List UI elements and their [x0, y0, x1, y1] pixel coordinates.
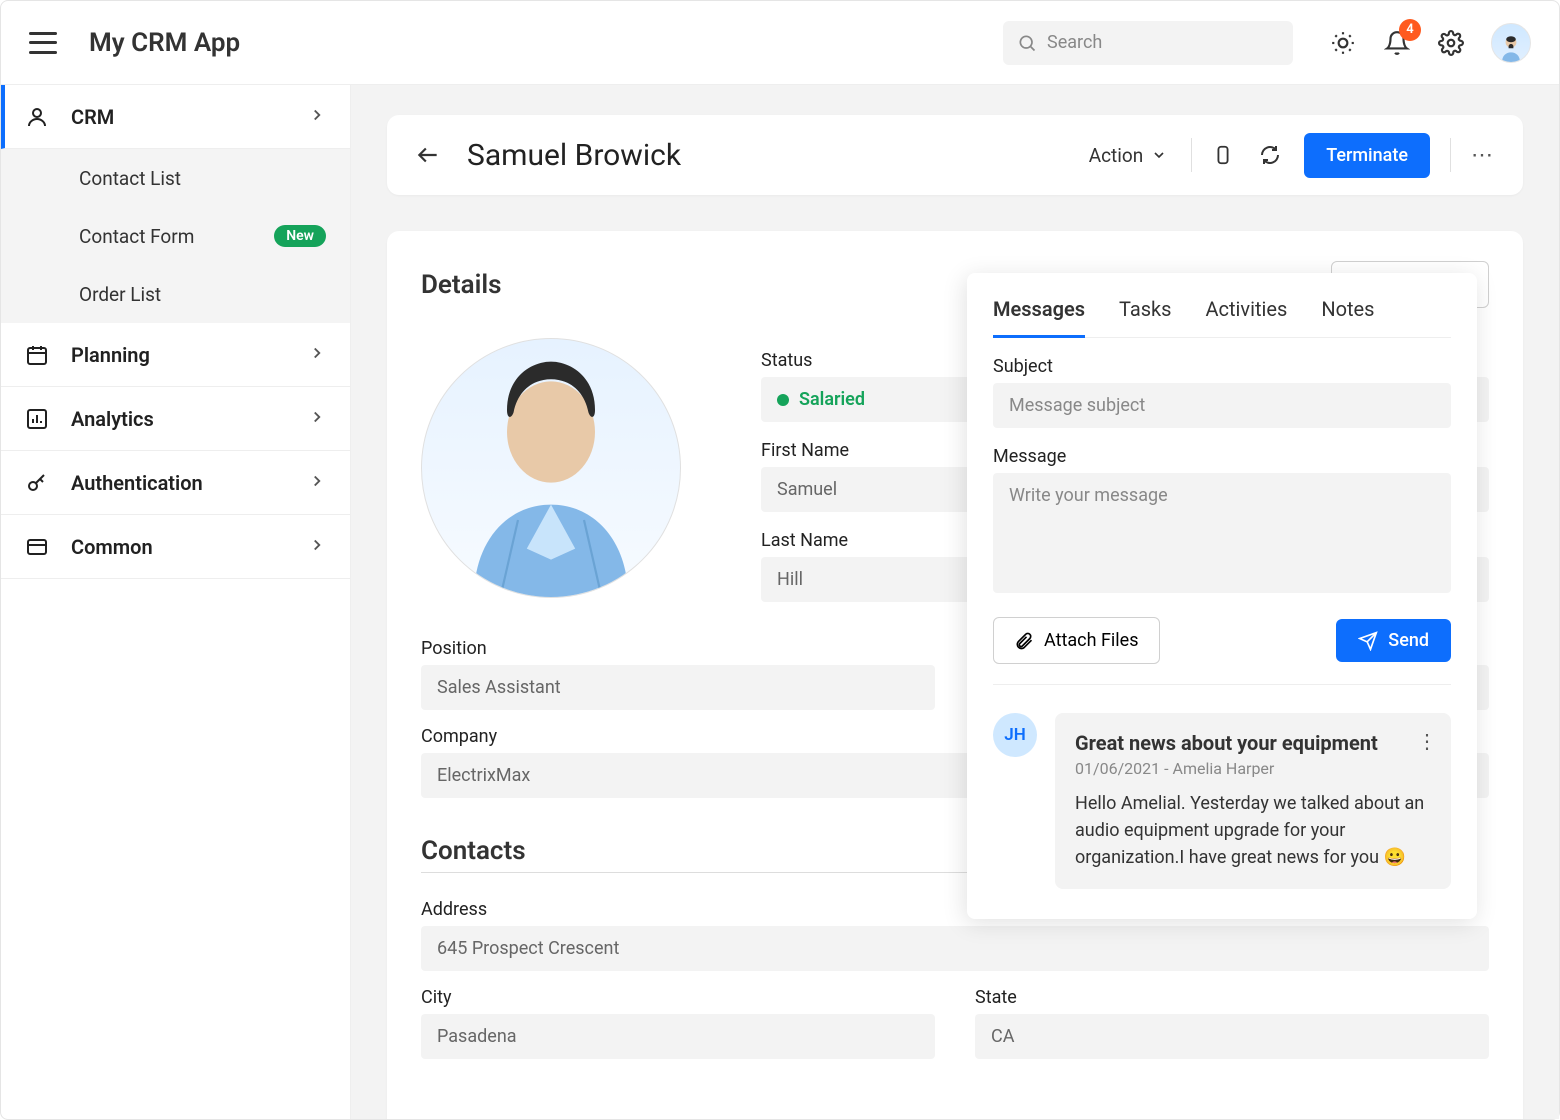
tab-messages[interactable]: Messages [993, 291, 1085, 338]
state-label: State [975, 987, 1489, 1008]
status-dot-icon [777, 394, 789, 406]
message-item: JH ⋮ Great news about your equipment 01/… [993, 713, 1451, 889]
message-subject: Great news about your equipment [1075, 731, 1431, 755]
topbar: My CRM App 4 [1, 1, 1559, 85]
message-body: Hello Amelial. Yesterday we talked about… [1075, 790, 1431, 871]
person-icon [25, 105, 49, 129]
sidebar-item-authentication[interactable]: Authentication [1, 451, 350, 515]
menu-icon[interactable] [29, 32, 57, 54]
chevron-right-icon [308, 343, 326, 367]
message-bubble: ⋮ Great news about your equipment 01/06/… [1055, 713, 1451, 889]
card-icon [25, 535, 49, 559]
avatar-person-icon [441, 355, 661, 597]
message-label: Message [993, 446, 1451, 467]
sidebar-item-common[interactable]: Common [1, 515, 350, 579]
sidebar-sub-order-list[interactable]: Order List [1, 265, 350, 323]
refresh-button[interactable] [1258, 142, 1284, 168]
position-label: Position [421, 638, 935, 659]
address-value[interactable]: 645 Prospect Crescent [421, 926, 1489, 971]
chevron-right-icon [308, 407, 326, 431]
message-more-button[interactable]: ⋮ [1417, 729, 1437, 753]
user-avatar[interactable] [1491, 23, 1531, 63]
sidebar-sub-contact-form[interactable]: Contact FormNew [1, 207, 350, 265]
avatar-person-icon [1496, 32, 1526, 62]
city-label: City [421, 987, 935, 1008]
sidebar: CRM Contact List Contact FormNew Order L… [1, 85, 351, 1119]
sidebar-sub-contact-list[interactable]: Contact List [1, 149, 350, 207]
back-button[interactable] [415, 141, 443, 169]
send-icon [1358, 631, 1378, 651]
messages-panel: Messages Tasks Activities Notes Subject … [967, 273, 1477, 919]
calendar-icon [25, 343, 49, 367]
chevron-right-icon [308, 471, 326, 495]
chevron-right-icon [308, 105, 326, 129]
divider [1191, 138, 1192, 172]
sidebar-item-label: Analytics [71, 407, 154, 431]
app-title: My CRM App [89, 28, 240, 58]
sidebar-item-label: Planning [71, 343, 150, 367]
sun-icon [1330, 30, 1356, 56]
details-title: Details [421, 270, 502, 300]
theme-toggle[interactable] [1329, 29, 1357, 57]
action-dropdown[interactable]: Action [1085, 144, 1172, 167]
notifications-button[interactable]: 4 [1383, 29, 1411, 57]
city-value[interactable]: Pasadena [421, 1014, 935, 1059]
divider [1450, 138, 1451, 172]
send-button[interactable]: Send [1336, 619, 1451, 662]
details-card: Details Edit Profile S [387, 231, 1523, 1119]
chart-icon [25, 407, 49, 431]
subject-input[interactable] [993, 383, 1451, 428]
copy-button[interactable] [1212, 142, 1238, 168]
paperclip-icon [1014, 631, 1034, 651]
sidebar-subgroup-crm: Contact List Contact FormNew Order List [1, 149, 350, 323]
terminate-button[interactable]: Terminate [1304, 133, 1430, 178]
chevron-right-icon [308, 535, 326, 559]
sidebar-item-crm[interactable]: CRM [1, 85, 350, 149]
subject-label: Subject [993, 356, 1451, 377]
sidebar-item-label: Authentication [71, 471, 203, 495]
state-value[interactable]: CA [975, 1014, 1489, 1059]
tab-notes[interactable]: Notes [1321, 291, 1374, 337]
new-badge: New [274, 225, 326, 247]
search-input[interactable] [1047, 32, 1279, 53]
message-meta: 01/06/2021 - Amelia Harper [1075, 759, 1431, 778]
tab-activities[interactable]: Activities [1206, 291, 1288, 337]
settings-button[interactable] [1437, 29, 1465, 57]
more-button[interactable]: ⋯ [1471, 143, 1495, 168]
message-avatar: JH [993, 713, 1037, 757]
notification-badge: 4 [1399, 19, 1421, 41]
profile-photo [421, 338, 681, 598]
key-icon [25, 471, 49, 495]
sidebar-item-label: Common [71, 535, 153, 559]
panel-tabs: Messages Tasks Activities Notes [993, 291, 1451, 338]
sidebar-item-analytics[interactable]: Analytics [1, 387, 350, 451]
position-value[interactable]: Sales Assistant [421, 665, 935, 710]
page-title: Samuel Browick [467, 138, 681, 173]
sidebar-item-planning[interactable]: Planning [1, 323, 350, 387]
gear-icon [1438, 30, 1464, 56]
search-icon [1017, 33, 1037, 53]
chevron-down-icon [1151, 147, 1167, 163]
main-content: Samuel Browick Action Terminate ⋯ Detail… [351, 85, 1559, 1119]
search-input-wrap[interactable] [1003, 21, 1293, 65]
attach-files-button[interactable]: Attach Files [993, 617, 1160, 664]
contacts-title: Contacts [421, 836, 981, 873]
tab-tasks[interactable]: Tasks [1119, 291, 1172, 337]
message-textarea[interactable] [993, 473, 1451, 593]
sidebar-item-label: CRM [71, 105, 114, 129]
page-header: Samuel Browick Action Terminate ⋯ [387, 115, 1523, 195]
